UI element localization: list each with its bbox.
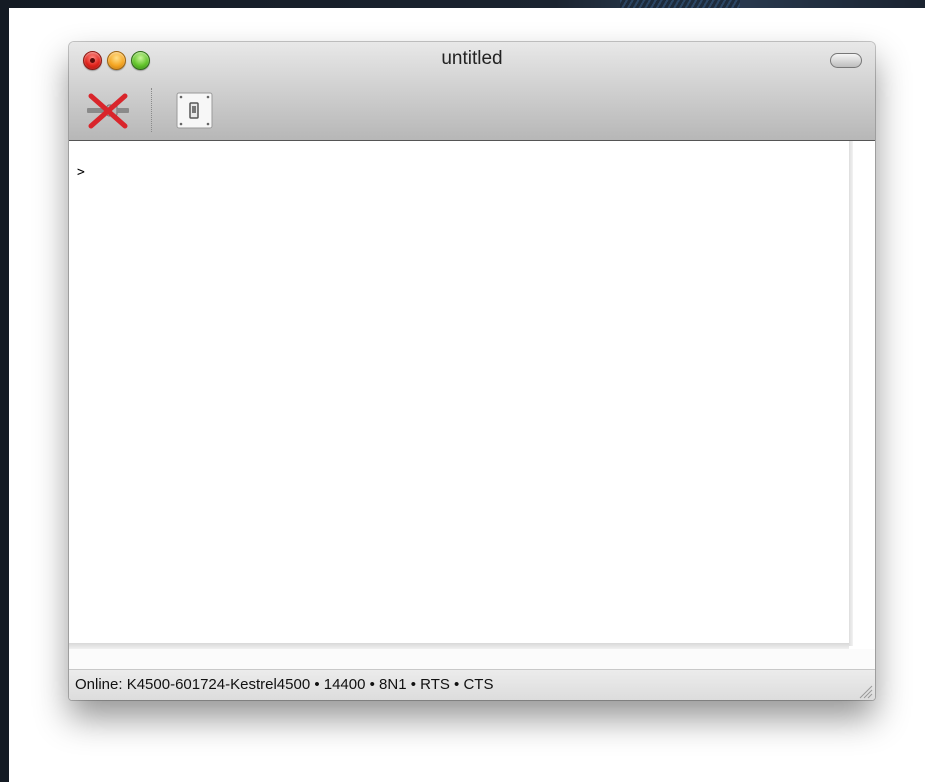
window-title: untitled [441,48,503,69]
connection-status-text: Online: K4500-601724-Kestrel4500 • 14400… [75,676,494,693]
title-toolbar: untitled [69,42,875,141]
scrollbar-edge [849,141,853,646]
resize-grip-icon[interactable] [857,683,873,699]
disconnect-button[interactable] [85,92,131,130]
desktop-background-left [0,0,9,782]
desktop-background-top [0,0,925,8]
disconnect-icon [87,93,129,129]
terminal-output-area[interactable]: > [69,141,849,643]
terminal-prompt: > [77,165,85,180]
connection-switch-button[interactable] [176,92,213,129]
status-bar: Online: K4500-601724-Kestrel4500 • 14400… [69,669,875,700]
toolbar-separator [151,88,153,132]
toggle-switch-icon [176,92,213,129]
desktop-stripe-decoration [620,0,740,8]
terminal-window: untitled > Online: K4500-601724-Kestrel4… [69,42,875,700]
toolbar-toggle-button[interactable] [830,53,862,68]
terminal-padding-area [69,649,875,669]
